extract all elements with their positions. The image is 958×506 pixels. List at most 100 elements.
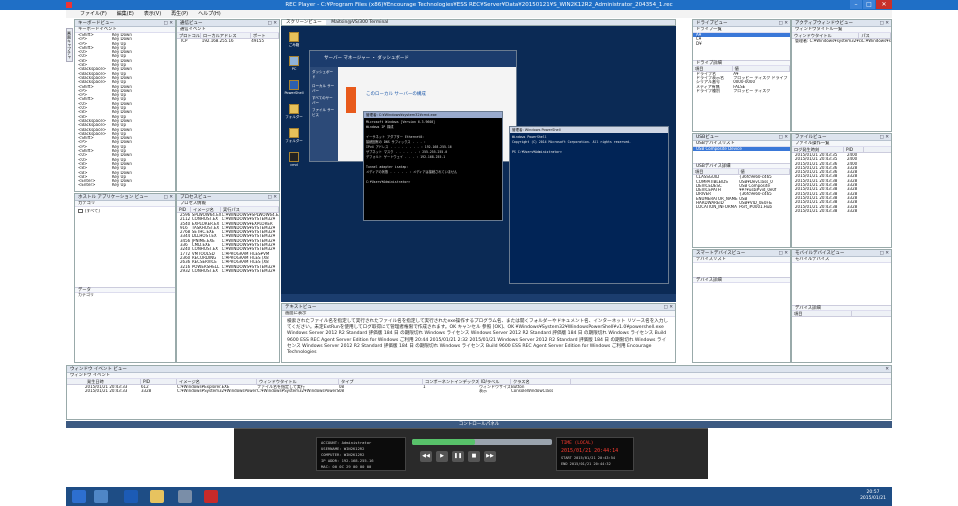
category-item[interactable]: [すべて] xyxy=(75,209,175,213)
table-cell: 3328 xyxy=(141,389,152,394)
tab-terminal[interactable]: Maitsin@VS/300 Terminal xyxy=(327,20,392,25)
close-button[interactable]: ✕ xyxy=(876,0,892,9)
menu-edit[interactable]: 編集(E) xyxy=(117,10,134,18)
panel-close-icon[interactable]: □ ✕ xyxy=(268,20,277,27)
table-cell: 2015/01/21 20:43:38 xyxy=(795,208,838,213)
table-row[interactable]: ドライブ種別 フロッピー ディスク xyxy=(693,89,790,93)
keyboard-event-list[interactable]: <Shift> Key Down <P> Key Down <P> Key Up <Shif… xyxy=(75,33,175,188)
nav-item[interactable]: ダッシュボード xyxy=(310,67,338,83)
panel-close-icon[interactable]: □ ✕ xyxy=(664,304,673,311)
stop-button[interactable]: ■ xyxy=(468,451,480,462)
menu-file[interactable]: ファイル(F) xyxy=(80,10,107,18)
powershell-window[interactable]: 管理者: Windows PowerShell Windows PowerShe… xyxy=(509,126,669,284)
desktop-icon-label: PowerShell xyxy=(284,91,304,95)
app-icon xyxy=(66,2,72,8)
windows-taskbar: 20:57 2015/01/21 xyxy=(66,487,892,506)
minimize-button[interactable]: – xyxy=(850,0,862,9)
desktop-icon-label: ごみ箱 xyxy=(288,43,300,47)
recorded-desktop[interactable]: ごみ箱 PC PowerShell フォルダー フォルダー cmd サーバー マ… xyxy=(281,26,676,294)
panel-header: ホストル アプリケーション ビュー □ ✕ xyxy=(75,194,175,201)
window-event-view: ウィンドウ イベント ビュー ✕ ウィンドウ イベント 発生日時 PID イメージ名ウ… xyxy=(66,365,892,420)
process-list[interactable]: 2596 SPLWOW64.EX C:¥WINDOWS¥SPLWOW64.EXE 21… xyxy=(177,213,279,273)
folder-icon xyxy=(289,128,299,138)
network-view: 通信ビュー □ ✕ 通信イベント プロトコル ローカルアドレス ポート TCP 192.… xyxy=(176,19,280,192)
menu-bar: ファイル(F) 編集(E) 表示(V) 再生(P) ヘルプ(H) xyxy=(66,10,892,18)
network-taskbar-icon[interactable] xyxy=(178,490,192,503)
table-cell: C:¥Windows¥System32¥WindowsPowerS xyxy=(257,389,339,394)
powershell-taskbar-icon[interactable] xyxy=(124,490,138,503)
menu-help[interactable]: ヘルプ(H) xyxy=(198,10,221,18)
table-cell: 2015/01/21 20:43:33 xyxy=(85,389,128,394)
start-icon[interactable] xyxy=(72,490,86,503)
table-row[interactable]: 2015/01/21 20:43:38 3328 xyxy=(792,209,891,213)
control-panel-header: コントロールパネル xyxy=(66,421,892,428)
cmd-icon xyxy=(289,152,299,162)
seek-bar[interactable] xyxy=(412,439,552,445)
table-row[interactable]: 2015/01/21 20:43:33 3328 C:¥Windows¥System… xyxy=(82,389,891,393)
table-cell: LOCATION_INFORMA xyxy=(696,205,737,210)
panel-subtitle: デバイスリスト xyxy=(693,257,790,263)
menu-play[interactable]: 再生(P) xyxy=(171,10,188,18)
panel-header: スマートデバイスビュー □ ✕ xyxy=(693,250,790,257)
smart-device-view: スマートデバイスビュー □ ✕ デバイスリスト デバイス詳細 xyxy=(692,249,791,363)
panel-close-icon[interactable]: □ ✕ xyxy=(164,194,173,201)
desktop-icon-label: フォルダー xyxy=(285,139,303,143)
table-row[interactable]: TCP 192.168.255.16 49155 xyxy=(177,39,279,43)
nav-item[interactable]: ファイル サービス xyxy=(310,107,338,119)
usb-device-item[interactable]: USB Composite Device xyxy=(693,146,790,152)
panel-subtitle: カテゴリ xyxy=(75,201,175,207)
folder-taskbar-icon[interactable] xyxy=(150,490,164,503)
table-row[interactable]: 管理者: C:¥Windows¥system32¥cmd.exeC:¥Windo… xyxy=(792,39,891,43)
screen-view-tabs: スクリーンビュー Maitsin@VS/300 Terminal xyxy=(281,19,676,26)
powershell-icon xyxy=(289,80,299,90)
table-cell xyxy=(423,389,479,393)
system-clock[interactable]: 20:57 2015/01/21 xyxy=(860,490,886,502)
desktop-icon-label: フォルダー xyxy=(285,115,303,119)
panel-close-icon[interactable]: □ ✕ xyxy=(779,20,788,27)
rec-player-taskbar-icon[interactable] xyxy=(204,490,218,503)
tab-screen[interactable]: スクリーンビュー xyxy=(282,20,326,25)
server-welcome-text: このローカル サーバーの構成 xyxy=(366,92,426,97)
maximize-button[interactable]: □ xyxy=(863,0,875,9)
panel-close-icon[interactable]: □ ✕ xyxy=(268,194,277,201)
panel-close-icon[interactable]: □ ✕ xyxy=(779,250,788,257)
panel-close-icon[interactable]: □ ✕ xyxy=(880,250,889,257)
rewind-button[interactable]: ◀◀ xyxy=(420,451,432,462)
recycle-bin-icon xyxy=(289,32,299,42)
play-button[interactable]: ▶ xyxy=(436,451,448,462)
fast-forward-button[interactable]: ▶▶ xyxy=(484,451,496,462)
title-bar: REC Player - C:¥Program Files (x86)¥Enco… xyxy=(0,0,958,10)
nav-item[interactable]: すべてのサーバー xyxy=(310,95,338,107)
text-view: テキストビュー □ ✕ 画面に表示 検索されたファイル名を指定して実行されたファイ… xyxy=(281,303,676,363)
data-category: カテゴリ xyxy=(78,292,94,298)
nav-item[interactable]: ローカル サーバー xyxy=(310,83,338,95)
pause-button[interactable]: ❚❚ xyxy=(452,451,464,462)
usb-view: USBビュー □ ✕ USBデバイスリスト USB Composite Devic… xyxy=(692,133,791,248)
panel-close-icon[interactable]: □ ✕ xyxy=(164,20,173,27)
side-tab-capture[interactable]: 画面キャプチャ xyxy=(66,28,73,62)
table-row[interactable]: <Enter> Key Up xyxy=(75,183,175,187)
table-cell: Port_#0001.Hub xyxy=(739,205,772,210)
keyboard-view: キーボードビュー □ ✕ キーボードイベント <Shift> Key Down <P>… xyxy=(74,19,176,192)
table-row[interactable]: 2932 CONHOST.EX C:¥WINDOWS¥SYSTEM32¥ xyxy=(177,269,279,273)
panel-close-icon[interactable]: □ ✕ xyxy=(880,134,889,141)
cmd-window[interactable]: 管理者: C:¥Windows¥system32¥cmd.exe Microso… xyxy=(363,111,503,221)
table-cell: CONHOST.EX xyxy=(191,268,219,273)
table-row[interactable]: LOCATION_INFORMA Port_#0001.Hub xyxy=(693,205,790,209)
panel-close-icon[interactable]: □ ✕ xyxy=(779,134,788,141)
panel-header: キーボードビュー □ ✕ xyxy=(75,20,175,27)
table-cell: 08 xyxy=(339,389,345,394)
panel-close-icon[interactable]: □ ✕ xyxy=(880,20,889,27)
panel-close-icon[interactable]: ✕ xyxy=(885,366,889,373)
desktop-icon-label: cmd xyxy=(290,163,298,167)
panel-header: USBビュー □ ✕ xyxy=(693,134,790,141)
table-cell: ドライブ種別 xyxy=(696,89,720,94)
explorer-icon[interactable] xyxy=(94,490,108,503)
lcd-time-right: TIME (LOCAL) 2015/01/21 20:44:14 START 2… xyxy=(556,437,634,471)
checkbox-icon xyxy=(78,209,83,213)
drive-item[interactable]: D¥ xyxy=(693,41,790,46)
lcd-info-left: ACCOUNT: Administrator USERNAME: WIN2K12R… xyxy=(316,437,406,471)
table-cell: フロッピー ディスク xyxy=(733,89,771,94)
menu-view[interactable]: 表示(V) xyxy=(144,10,161,18)
drive-view: ドライブビュー □ ✕ ドライブ一覧 A¥ C¥ D¥ ドライブ詳細 項目値 ドラ… xyxy=(692,19,791,132)
